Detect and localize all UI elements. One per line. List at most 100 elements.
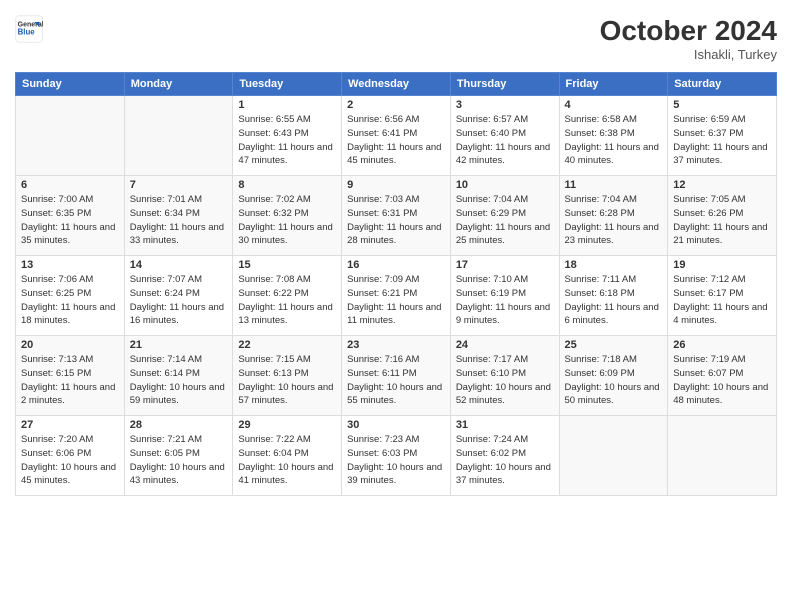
day-cell-5: 5 Sunrise: 6:59 AM Sunset: 6:37 PM Daylig…: [668, 96, 777, 176]
svg-text:Blue: Blue: [18, 27, 36, 36]
day-info: Sunrise: 7:13 AM Sunset: 6:15 PM Dayligh…: [21, 353, 119, 408]
day-number: 2: [347, 99, 445, 111]
logo: General Blue: [15, 15, 47, 43]
day-number: 14: [130, 259, 228, 271]
day-number: 26: [673, 339, 771, 351]
day-number: 17: [456, 259, 554, 271]
day-info: Sunrise: 6:56 AM Sunset: 6:41 PM Dayligh…: [347, 113, 445, 168]
day-number: 24: [456, 339, 554, 351]
day-cell-31: 31 Sunrise: 7:24 AM Sunset: 6:02 PM Dayli…: [450, 416, 559, 496]
day-info: Sunrise: 7:04 AM Sunset: 6:28 PM Dayligh…: [565, 193, 663, 248]
calendar-week-2: 6 Sunrise: 7:00 AM Sunset: 6:35 PM Daylig…: [16, 176, 777, 256]
day-info: Sunrise: 7:18 AM Sunset: 6:09 PM Dayligh…: [565, 353, 663, 408]
day-cell-19: 19 Sunrise: 7:12 AM Sunset: 6:17 PM Dayli…: [668, 256, 777, 336]
day-number: 1: [238, 99, 336, 111]
day-number: 7: [130, 179, 228, 191]
day-number: 4: [565, 99, 663, 111]
day-cell-21: 21 Sunrise: 7:14 AM Sunset: 6:14 PM Dayli…: [124, 336, 233, 416]
day-cell-23: 23 Sunrise: 7:16 AM Sunset: 6:11 PM Dayli…: [342, 336, 451, 416]
col-header-tuesday: Tuesday: [233, 73, 342, 96]
day-cell-3: 3Sunrise: 6:57 AM Sunset: 6:40 PM Daylig…: [450, 96, 559, 176]
day-cell-2: 2 Sunrise: 6:56 AM Sunset: 6:41 PM Daylig…: [342, 96, 451, 176]
day-number: 5: [673, 99, 771, 111]
day-info: Sunrise: 7:09 AM Sunset: 6:21 PM Dayligh…: [347, 273, 445, 328]
day-info: Sunrise: 7:05 AM Sunset: 6:26 PM Dayligh…: [673, 193, 771, 248]
col-header-thursday: Thursday: [450, 73, 559, 96]
day-cell-29: 29Sunrise: 7:22 AM Sunset: 6:04 PM Dayli…: [233, 416, 342, 496]
day-number: 3: [456, 99, 554, 111]
day-info: Sunrise: 7:24 AM Sunset: 6:02 PM Dayligh…: [456, 433, 554, 488]
day-number: 18: [565, 259, 663, 271]
day-cell-16: 16Sunrise: 7:09 AM Sunset: 6:21 PM Dayli…: [342, 256, 451, 336]
day-number: 27: [21, 419, 119, 431]
day-number: 29: [238, 419, 336, 431]
day-cell-20: 20 Sunrise: 7:13 AM Sunset: 6:15 PM Dayli…: [16, 336, 125, 416]
day-cell-9: 9Sunrise: 7:03 AM Sunset: 6:31 PM Daylig…: [342, 176, 451, 256]
col-header-wednesday: Wednesday: [342, 73, 451, 96]
calendar-header-row: SundayMondayTuesdayWednesdayThursdayFrid…: [16, 73, 777, 96]
day-info: Sunrise: 6:59 AM Sunset: 6:37 PM Dayligh…: [673, 113, 771, 168]
day-number: 6: [21, 179, 119, 191]
day-cell-18: 18 Sunrise: 7:11 AM Sunset: 6:18 PM Dayli…: [559, 256, 668, 336]
day-number: 30: [347, 419, 445, 431]
calendar-table: SundayMondayTuesdayWednesdayThursdayFrid…: [15, 72, 777, 496]
day-info: Sunrise: 7:14 AM Sunset: 6:14 PM Dayligh…: [130, 353, 228, 408]
day-info: Sunrise: 7:23 AM Sunset: 6:03 PM Dayligh…: [347, 433, 445, 488]
day-cell-10: 10 Sunrise: 7:04 AM Sunset: 6:29 PM Dayli…: [450, 176, 559, 256]
day-info: Sunrise: 7:16 AM Sunset: 6:11 PM Dayligh…: [347, 353, 445, 408]
day-cell-12: 12 Sunrise: 7:05 AM Sunset: 6:26 PM Dayli…: [668, 176, 777, 256]
day-number: 21: [130, 339, 228, 351]
day-info: Sunrise: 6:55 AM Sunset: 6:43 PM Dayligh…: [238, 113, 336, 168]
day-info: Sunrise: 7:07 AM Sunset: 6:24 PM Dayligh…: [130, 273, 228, 328]
day-info: Sunrise: 7:04 AM Sunset: 6:29 PM Dayligh…: [456, 193, 554, 248]
day-cell-8: 8Sunrise: 7:02 AM Sunset: 6:32 PM Daylig…: [233, 176, 342, 256]
day-info: Sunrise: 7:03 AM Sunset: 6:31 PM Dayligh…: [347, 193, 445, 248]
calendar-week-3: 13Sunrise: 7:06 AM Sunset: 6:25 PM Dayli…: [16, 256, 777, 336]
header: General Blue October 2024 Ishakli, Turke…: [15, 15, 777, 62]
day-cell-17: 17 Sunrise: 7:10 AM Sunset: 6:19 PM Dayli…: [450, 256, 559, 336]
day-info: Sunrise: 7:11 AM Sunset: 6:18 PM Dayligh…: [565, 273, 663, 328]
day-cell-26: 26Sunrise: 7:19 AM Sunset: 6:07 PM Dayli…: [668, 336, 777, 416]
day-info: Sunrise: 7:10 AM Sunset: 6:19 PM Dayligh…: [456, 273, 554, 328]
day-number: 19: [673, 259, 771, 271]
day-info: Sunrise: 7:01 AM Sunset: 6:34 PM Dayligh…: [130, 193, 228, 248]
day-cell-22: 22 Sunrise: 7:15 AM Sunset: 6:13 PM Dayli…: [233, 336, 342, 416]
location: Ishakli, Turkey: [600, 47, 777, 62]
empty-cell: [559, 416, 668, 496]
day-cell-6: 6 Sunrise: 7:00 AM Sunset: 6:35 PM Daylig…: [16, 176, 125, 256]
day-number: 31: [456, 419, 554, 431]
col-header-monday: Monday: [124, 73, 233, 96]
day-cell-25: 25 Sunrise: 7:18 AM Sunset: 6:09 PM Dayli…: [559, 336, 668, 416]
day-cell-4: 4 Sunrise: 6:58 AM Sunset: 6:38 PM Daylig…: [559, 96, 668, 176]
day-info: Sunrise: 7:20 AM Sunset: 6:06 PM Dayligh…: [21, 433, 119, 488]
day-info: Sunrise: 7:00 AM Sunset: 6:35 PM Dayligh…: [21, 193, 119, 248]
day-cell-28: 28 Sunrise: 7:21 AM Sunset: 6:05 PM Dayli…: [124, 416, 233, 496]
day-cell-13: 13Sunrise: 7:06 AM Sunset: 6:25 PM Dayli…: [16, 256, 125, 336]
day-cell-15: 15Sunrise: 7:08 AM Sunset: 6:22 PM Dayli…: [233, 256, 342, 336]
day-number: 22: [238, 339, 336, 351]
day-number: 25: [565, 339, 663, 351]
day-number: 10: [456, 179, 554, 191]
logo-icon: General Blue: [15, 15, 43, 43]
day-info: Sunrise: 7:08 AM Sunset: 6:22 PM Dayligh…: [238, 273, 336, 328]
col-header-saturday: Saturday: [668, 73, 777, 96]
day-info: Sunrise: 7:02 AM Sunset: 6:32 PM Dayligh…: [238, 193, 336, 248]
day-info: Sunrise: 7:12 AM Sunset: 6:17 PM Dayligh…: [673, 273, 771, 328]
title-block: October 2024 Ishakli, Turkey: [600, 15, 777, 62]
day-info: Sunrise: 7:15 AM Sunset: 6:13 PM Dayligh…: [238, 353, 336, 408]
day-cell-14: 14 Sunrise: 7:07 AM Sunset: 6:24 PM Dayli…: [124, 256, 233, 336]
day-info: Sunrise: 7:21 AM Sunset: 6:05 PM Dayligh…: [130, 433, 228, 488]
day-cell-27: 27 Sunrise: 7:20 AM Sunset: 6:06 PM Dayli…: [16, 416, 125, 496]
day-number: 12: [673, 179, 771, 191]
day-cell-24: 24Sunrise: 7:17 AM Sunset: 6:10 PM Dayli…: [450, 336, 559, 416]
day-number: 13: [21, 259, 119, 271]
day-cell-30: 30 Sunrise: 7:23 AM Sunset: 6:03 PM Dayli…: [342, 416, 451, 496]
day-cell-11: 11Sunrise: 7:04 AM Sunset: 6:28 PM Dayli…: [559, 176, 668, 256]
day-number: 28: [130, 419, 228, 431]
month-title: October 2024: [600, 15, 777, 47]
empty-cell: [668, 416, 777, 496]
day-info: Sunrise: 6:58 AM Sunset: 6:38 PM Dayligh…: [565, 113, 663, 168]
calendar-week-5: 27 Sunrise: 7:20 AM Sunset: 6:06 PM Dayli…: [16, 416, 777, 496]
day-number: 20: [21, 339, 119, 351]
day-number: 23: [347, 339, 445, 351]
